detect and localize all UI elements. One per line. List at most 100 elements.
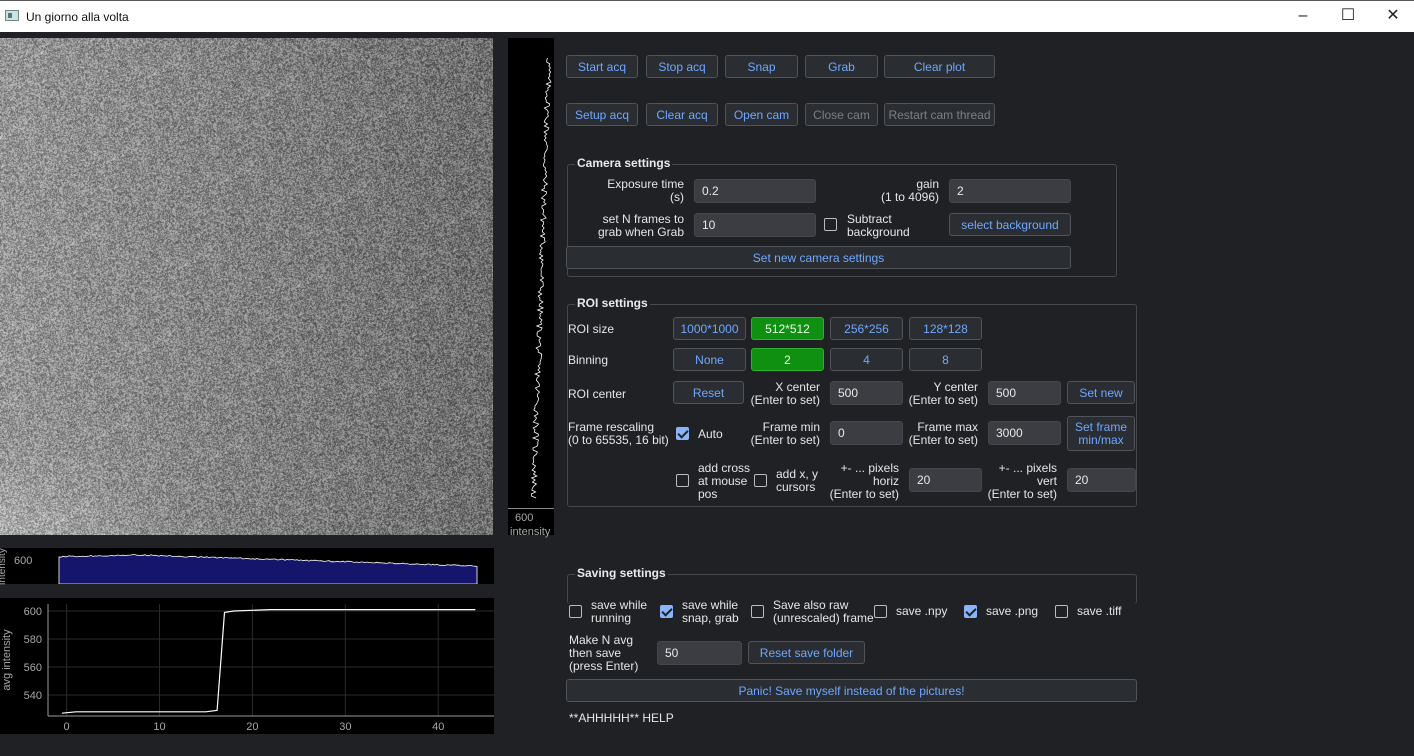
save-option-label-4: save .png <box>986 604 1039 618</box>
frame-rescaling-label: Frame rescaling (0 to 65535, 16 bit) <box>568 420 669 447</box>
add-cross-checkbox[interactable] <box>676 474 689 487</box>
roi-size-button-1000x1000[interactable]: 1000*1000 <box>673 317 746 340</box>
side-profile-axis-label: intensity <box>510 526 551 538</box>
save-option-label-1: save while snap, grab <box>682 598 739 625</box>
reset-save-folder-button[interactable]: Reset save folder <box>748 641 865 664</box>
camera-settings-title: Camera settings <box>575 156 673 170</box>
exposure-label: Exposure time (s) <box>607 177 684 204</box>
roi-size-label: ROI size <box>568 322 615 336</box>
minimize-icon[interactable]: – <box>1280 1 1326 33</box>
side-profile-line <box>530 57 552 499</box>
avg-chart-xtick-1: 10 <box>153 721 165 733</box>
y-center-input[interactable] <box>988 381 1061 405</box>
nframes-label: set N frames to grab when Grab <box>597 212 684 239</box>
bottom-profile-area <box>58 554 478 584</box>
save-option-label-0: save while running <box>591 598 648 625</box>
panic-button[interactable]: Panic! Save myself instead of the pictur… <box>566 679 1137 702</box>
add-cursors-label: add x, y cursors <box>776 467 819 494</box>
avg-intensity-chart: 540 560 580 600 0 10 20 30 40 avg intensity <box>0 598 494 734</box>
roi-size-button-256x256[interactable]: 256*256 <box>830 317 903 340</box>
start-acq-button[interactable]: Start acq <box>566 55 638 78</box>
save-option-checkbox-1[interactable] <box>660 605 673 618</box>
auto-rescale-checkbox[interactable] <box>676 427 689 440</box>
window-title: Un giorno alla volta <box>26 10 129 24</box>
nframes-input[interactable] <box>694 213 816 237</box>
roi-set-new-button[interactable]: Set new <box>1067 381 1135 404</box>
grab-button[interactable]: Grab <box>805 55 878 78</box>
avg-chart-ytick-1: 560 <box>24 662 42 674</box>
save-option-checkbox-0[interactable] <box>569 605 582 618</box>
close-icon[interactable]: ✕ <box>1370 1 1414 33</box>
binning-button-8[interactable]: 8 <box>909 348 982 371</box>
binning-button-4[interactable]: 4 <box>830 348 903 371</box>
subtract-background-label: Subtract background <box>847 212 910 239</box>
side-profile-axis <box>508 508 554 509</box>
subtract-background-checkbox[interactable] <box>824 218 837 231</box>
avg-chart-ytick-2: 580 <box>24 634 42 646</box>
pixels-vert-input[interactable] <box>1067 468 1136 492</box>
x-center-input[interactable] <box>830 381 903 405</box>
app-icon <box>5 10 19 21</box>
bottom-profile-axis-label: intensity <box>0 548 8 585</box>
save-option-checkbox-5[interactable] <box>1055 605 1068 618</box>
side-profile-trace <box>530 57 552 499</box>
maximize-icon[interactable]: ☐ <box>1325 1 1371 33</box>
pixels-horiz-label: +- ... pixels horiz (Enter to set) <box>829 461 899 501</box>
save-option-label-2: Save also raw (unrescaled) frame <box>773 598 874 625</box>
binning-button-2[interactable]: 2 <box>751 348 824 371</box>
title-bar: Un giorno alla volta – ☐ ✕ <box>0 0 1414 32</box>
binning-label: Binning <box>568 353 609 367</box>
stop-acq-button[interactable]: Stop acq <box>646 55 718 78</box>
close-cam-button[interactable]: Close cam <box>805 103 878 126</box>
save-option-checkbox-2[interactable] <box>751 605 764 618</box>
pixels-horiz-input[interactable] <box>909 468 982 492</box>
bottom-profile-tick: 600 <box>14 555 33 567</box>
save-option-checkbox-3[interactable] <box>874 605 887 618</box>
y-center-label: Y center (Enter to set) <box>908 380 978 407</box>
avg-chart-xtick-3: 30 <box>339 721 351 733</box>
save-option-checkbox-4[interactable] <box>964 605 977 618</box>
set-frame-minmax-button[interactable]: Set frame min/max <box>1067 416 1135 451</box>
avg-chart-ylabel: avg intensity <box>1 629 13 691</box>
camera-image[interactable] <box>0 38 493 535</box>
saving-settings-title: Saving settings <box>575 566 668 580</box>
save-option-label-5: save .tiff <box>1077 604 1122 618</box>
side-profile-plot: 600 intensity <box>508 38 554 538</box>
set-new-camera-settings-button[interactable]: Set new camera settings <box>566 246 1071 269</box>
add-cross-label: add cross at mouse pos <box>698 461 751 501</box>
exposure-input[interactable] <box>694 179 816 203</box>
select-background-button[interactable]: select background <box>949 213 1071 236</box>
frame-max-input[interactable] <box>988 421 1061 445</box>
restart-cam-thread-button[interactable]: Restart cam thread <box>884 103 995 126</box>
avg-chart-xtick-0: 0 <box>64 721 70 733</box>
clear-plot-button[interactable]: Clear plot <box>884 55 995 78</box>
binning-button-none[interactable]: None <box>673 348 746 371</box>
navg-label: Make N avg then save (press Enter) <box>569 633 639 673</box>
frame-max-label: Frame max (Enter to set) <box>908 420 978 447</box>
side-profile-tick: 600 <box>515 512 534 524</box>
roi-reset-button[interactable]: Reset <box>673 381 744 404</box>
bottom-profile-fill <box>58 554 478 584</box>
avg-chart-xtick-4: 40 <box>432 721 444 733</box>
clear-acq-button[interactable]: Clear acq <box>646 103 718 126</box>
roi-size-button-128x128[interactable]: 128*128 <box>909 317 982 340</box>
snap-button[interactable]: Snap <box>725 55 798 78</box>
save-option-label-3: save .npy <box>896 604 948 618</box>
open-cam-button[interactable]: Open cam <box>725 103 798 126</box>
frame-min-input[interactable] <box>830 421 903 445</box>
add-cursors-checkbox[interactable] <box>754 474 767 487</box>
navg-input[interactable] <box>657 641 742 665</box>
bottom-profile-plot: 600 intensity <box>0 548 494 585</box>
roi-center-label: ROI center <box>568 387 627 401</box>
avg-chart-ytick-0: 540 <box>24 690 42 702</box>
setup-acq-button[interactable]: Setup acq <box>566 103 638 126</box>
auto-rescale-label: Auto <box>698 427 723 441</box>
x-center-label: X center (Enter to set) <box>750 380 820 407</box>
avg-chart-series-line <box>61 609 476 714</box>
avg-chart-ytick-3: 600 <box>24 606 42 618</box>
gain-input[interactable] <box>949 179 1071 203</box>
help-text: **AHHHHH** HELP <box>569 711 674 725</box>
avg-chart-xtick-2: 20 <box>246 721 258 733</box>
roi-settings-title: ROI settings <box>575 296 650 310</box>
roi-size-button-512x512[interactable]: 512*512 <box>751 317 824 340</box>
